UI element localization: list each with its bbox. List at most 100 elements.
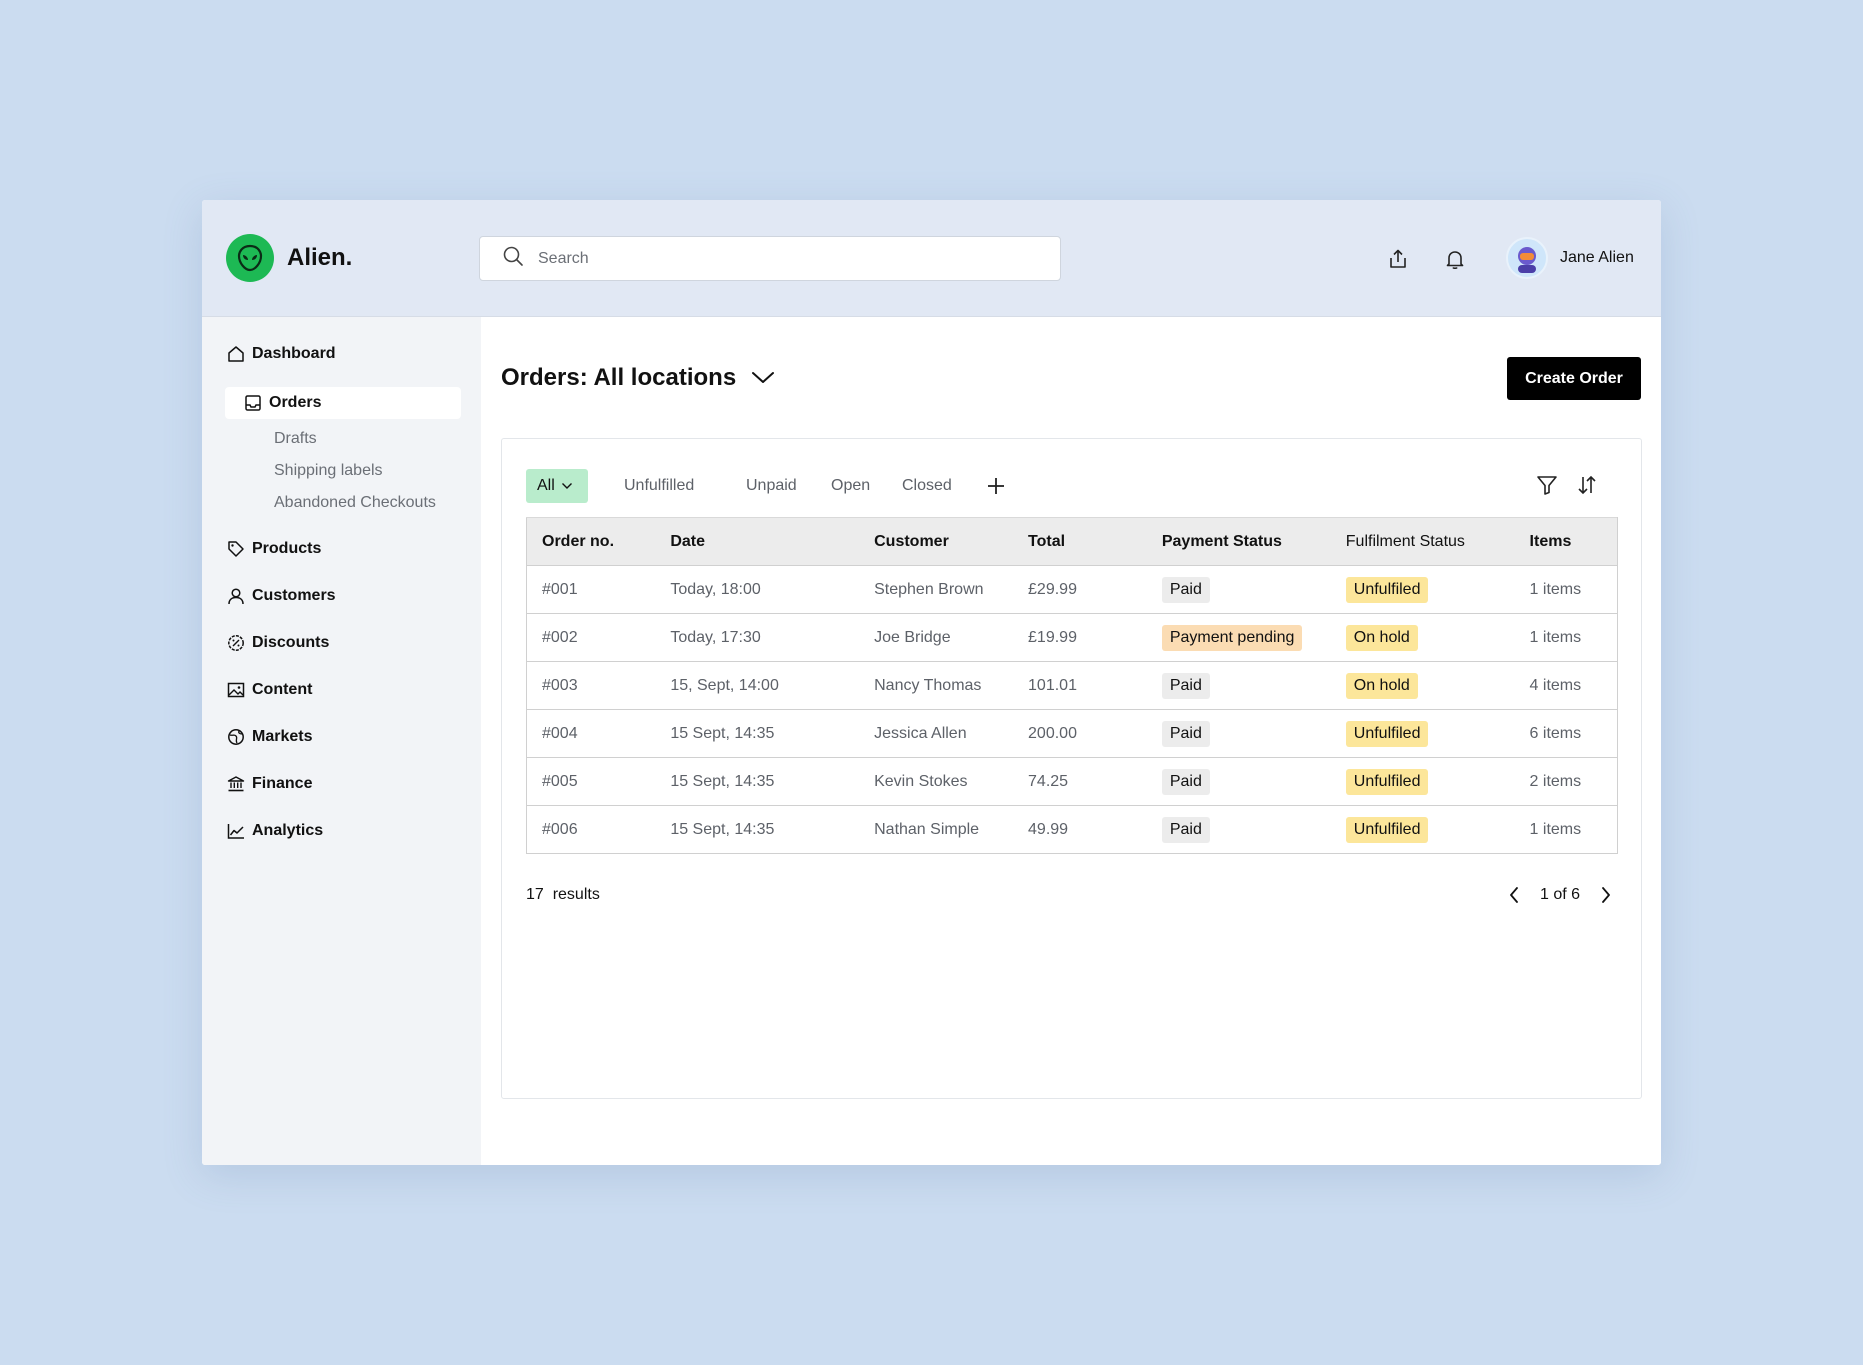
home-icon: [226, 344, 246, 364]
payment-status-cell: Paid: [1146, 661, 1331, 710]
search-input[interactable]: [538, 249, 1018, 268]
column-header-payment-status[interactable]: Payment Status: [1146, 517, 1331, 566]
tab-open[interactable]: Open: [831, 469, 870, 503]
create-order-button[interactable]: Create Order: [1507, 357, 1641, 400]
table-row[interactable]: #001 Today, 18:00 Stephen Brown £29.99 P…: [526, 565, 1618, 614]
search-box[interactable]: [479, 236, 1061, 281]
chevron-right-icon[interactable]: [1594, 883, 1618, 907]
sidebar-item-markets[interactable]: Markets: [226, 725, 312, 749]
location-selector[interactable]: Orders: All locations: [501, 364, 776, 392]
payment-status-badge: Paid: [1161, 720, 1210, 747]
sidebar-item-label: Content: [252, 681, 313, 698]
tab-unfulfilled[interactable]: Unfulfilled: [624, 469, 694, 503]
sidebar-item-label: Orders: [269, 394, 322, 411]
fulfilment-status-badge: On hold: [1345, 624, 1418, 651]
order-date: 15, Sept, 14:00: [655, 661, 860, 710]
column-header-customer[interactable]: Customer: [859, 517, 1014, 566]
orders-card: All Unfulfilled Unpaid Open Closed Order…: [501, 438, 1642, 1099]
sidebar-item-label: Discounts: [252, 634, 330, 651]
chevron-down-icon: [561, 482, 573, 490]
tab-label: All: [537, 477, 555, 494]
alien-head-icon: [226, 234, 274, 282]
payment-status-cell: Paid: [1146, 709, 1331, 758]
app-name: Alien.: [287, 244, 353, 271]
user-menu[interactable]: Jane Alien: [1506, 237, 1634, 279]
main-content: Orders: All locations Create Order All U…: [481, 317, 1661, 1165]
logo[interactable]: Alien.: [226, 234, 352, 282]
order-date: 15 Sept, 14:35: [655, 757, 860, 806]
order-number: #005: [526, 757, 656, 806]
avatar: [1506, 237, 1548, 279]
fulfilment-status-cell: On hold: [1330, 661, 1515, 710]
sidebar-item-finance[interactable]: Finance: [226, 772, 312, 796]
tab-all[interactable]: All: [526, 469, 588, 503]
tab-closed[interactable]: Closed: [902, 469, 952, 503]
customer-name: Nancy Thomas: [859, 661, 1014, 710]
item-count: 1 items: [1514, 613, 1618, 662]
tag-icon: [226, 539, 246, 559]
pagination: 1 of 6: [1502, 882, 1618, 908]
chevron-down-icon: [750, 370, 776, 386]
table-header-row: Order no. Date Customer Total Payment St…: [526, 517, 1618, 566]
discount-icon: [226, 633, 246, 653]
add-tab-icon[interactable]: [986, 469, 1006, 503]
customer-name: Joe Bridge: [859, 613, 1014, 662]
app-window: Alien. Jane Alien Dashboard: [202, 200, 1661, 1165]
bank-icon: [226, 774, 246, 794]
order-total: £19.99: [1013, 613, 1147, 662]
user-icon: [226, 586, 246, 606]
fulfilment-status-cell: Unfulfiled: [1330, 565, 1515, 614]
search-icon: [502, 245, 524, 272]
page-title: Orders: All locations: [501, 364, 737, 391]
page-indicator: 1 of 6: [1540, 886, 1581, 903]
payment-status-cell: Paid: [1146, 565, 1331, 614]
chart-icon: [226, 821, 246, 841]
sort-icon[interactable]: [1574, 472, 1600, 498]
column-header-date[interactable]: Date: [655, 517, 860, 566]
order-date: 15 Sept, 14:35: [655, 709, 860, 758]
table-row[interactable]: #003 15, Sept, 14:00 Nancy Thomas 101.01…: [526, 661, 1618, 710]
sidebar-item-orders[interactable]: Orders: [243, 391, 321, 415]
fulfilment-status-badge: On hold: [1345, 672, 1418, 699]
sidebar-subitem-abandoned-checkouts[interactable]: Abandoned Checkouts: [274, 494, 436, 512]
chevron-left-icon[interactable]: [1502, 883, 1526, 907]
column-header-total[interactable]: Total: [1013, 517, 1147, 566]
payment-status-cell: Paid: [1146, 805, 1331, 854]
sidebar-item-customers[interactable]: Customers: [226, 584, 336, 608]
table-row[interactable]: #002 Today, 17:30 Joe Bridge £19.99 Paym…: [526, 613, 1618, 662]
order-total: 74.25: [1013, 757, 1147, 806]
user-name: Jane Alien: [1560, 249, 1634, 266]
order-total: £29.99: [1013, 565, 1147, 614]
payment-status-badge: Payment pending: [1161, 624, 1303, 651]
table-row[interactable]: #006 15 Sept, 14:35 Nathan Simple 49.99 …: [526, 805, 1618, 854]
order-total: 200.00: [1013, 709, 1147, 758]
sidebar-item-label: Finance: [252, 775, 313, 792]
table-row[interactable]: #005 15 Sept, 14:35 Kevin Stokes 74.25 P…: [526, 757, 1618, 806]
sidebar-subitem-shipping-labels[interactable]: Shipping labels: [274, 462, 383, 480]
bell-icon[interactable]: [1442, 246, 1468, 272]
sidebar-item-dashboard[interactable]: Dashboard: [226, 342, 336, 366]
sidebar-subitem-drafts[interactable]: Drafts: [274, 430, 317, 448]
fulfilment-status-badge: Unfulfiled: [1345, 576, 1429, 603]
top-bar: Alien. Jane Alien: [202, 200, 1661, 317]
column-header-order-no[interactable]: Order no.: [526, 517, 656, 566]
column-header-fulfilment-status[interactable]: Fulfilment Status: [1330, 517, 1515, 566]
sidebar-item-discounts[interactable]: Discounts: [226, 631, 329, 655]
sidebar-item-content[interactable]: Content: [226, 678, 312, 702]
tab-unpaid[interactable]: Unpaid: [746, 469, 797, 503]
customer-name: Jessica Allen: [859, 709, 1014, 758]
sidebar-item-label: Analytics: [252, 822, 324, 839]
sidebar-item-products[interactable]: Products: [226, 537, 321, 561]
share-icon[interactable]: [1385, 246, 1411, 272]
item-count: 6 items: [1514, 709, 1618, 758]
column-header-items[interactable]: Items: [1514, 517, 1618, 566]
order-number: #006: [526, 805, 656, 854]
customer-name: Stephen Brown: [859, 565, 1014, 614]
sidebar-item-label: Markets: [252, 728, 313, 745]
order-total: 101.01: [1013, 661, 1147, 710]
sidebar-item-analytics[interactable]: Analytics: [226, 819, 323, 843]
filter-icon[interactable]: [1534, 472, 1560, 498]
results-count: 17 results: [526, 886, 600, 903]
fulfilment-status-badge: Unfulfiled: [1345, 816, 1429, 843]
table-row[interactable]: #004 15 Sept, 14:35 Jessica Allen 200.00…: [526, 709, 1618, 758]
